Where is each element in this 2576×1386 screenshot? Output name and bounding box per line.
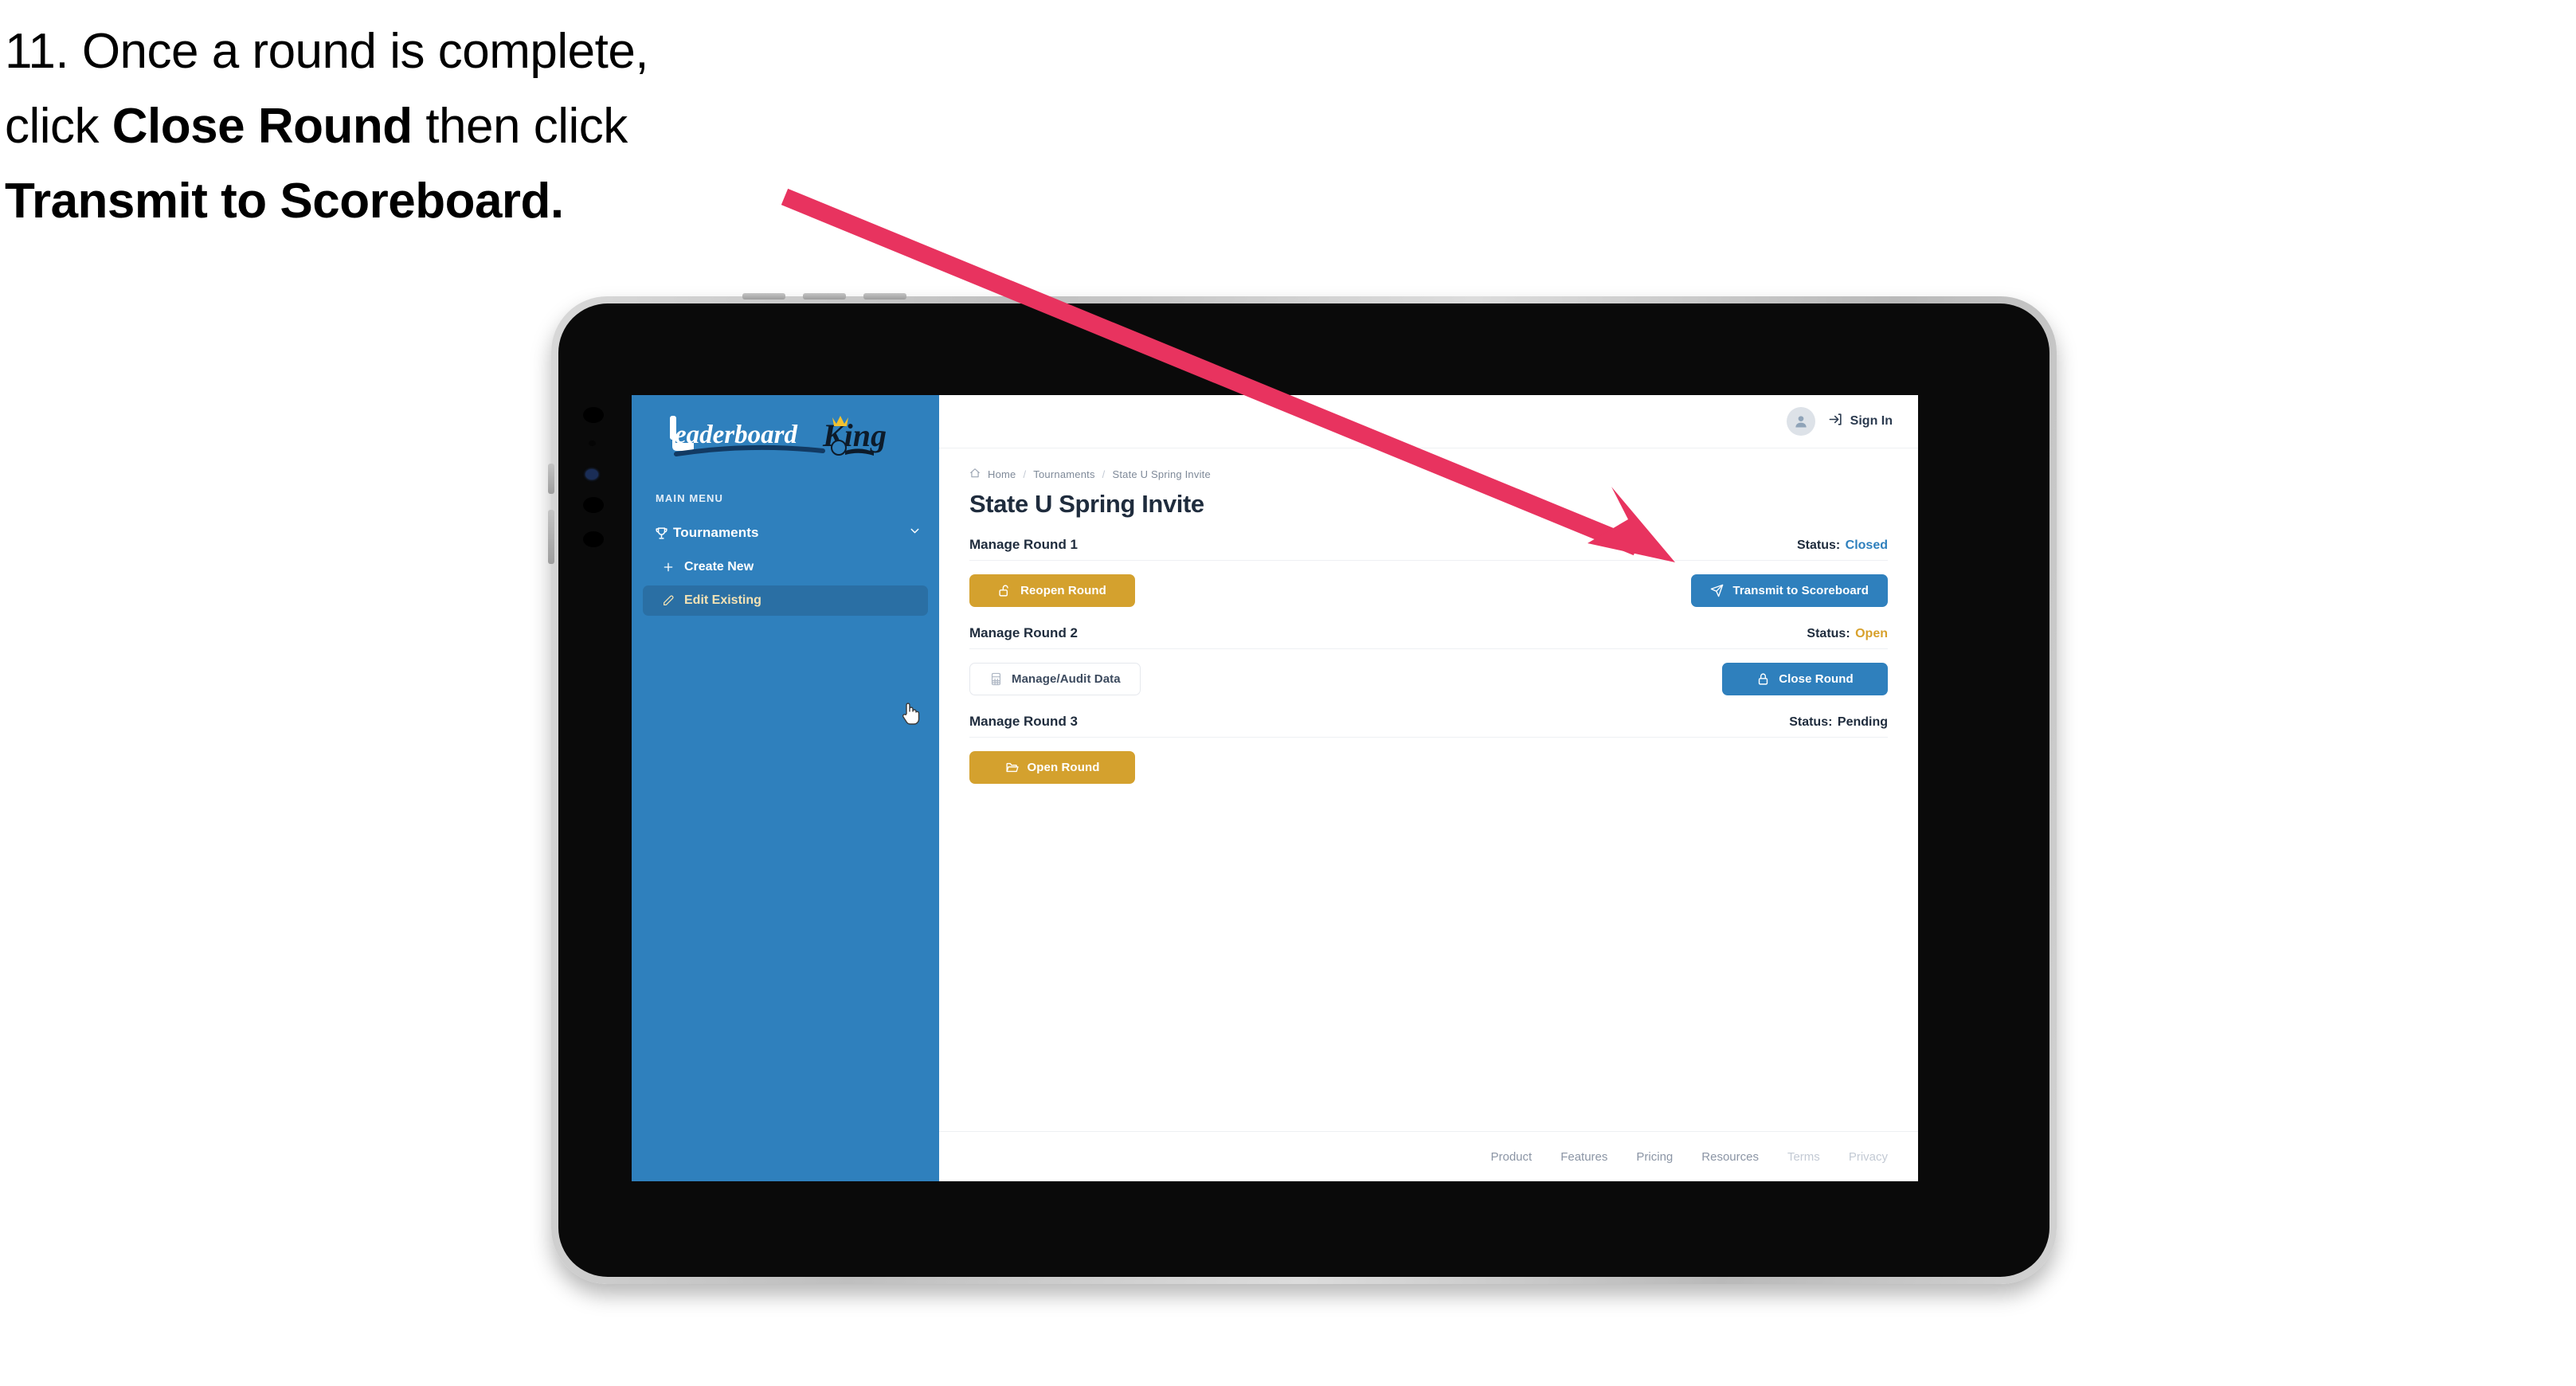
status-value: Pending <box>1837 715 1888 729</box>
button-label: Reopen Round <box>1020 584 1106 597</box>
close-round-button[interactable]: Close Round <box>1722 663 1888 695</box>
sidebar-section-label: MAIN MENU <box>656 492 724 504</box>
round-status: Status: Open <box>1807 627 1888 641</box>
sidebar-item-create-new[interactable]: Create New <box>643 552 928 582</box>
instruction-caption: 11. Once a round is complete, click Clos… <box>5 14 865 240</box>
caption-close-round-emphasis: Close Round <box>112 99 413 155</box>
breadcrumb-item-current: State U Spring Invite <box>1112 468 1211 480</box>
lock-icon <box>1756 672 1770 686</box>
calculator-icon <box>989 672 1003 686</box>
status-label: Status: <box>1796 538 1841 552</box>
manage-audit-data-button[interactable]: Manage/Audit Data <box>969 663 1141 695</box>
breadcrumb: Home / Tournaments / State U Spring Invi… <box>969 468 1888 481</box>
round-actions: Reopen Round Transmit to Scoreboard <box>969 574 1888 607</box>
home-icon[interactable] <box>969 468 981 481</box>
sidebar: eaderboard King MAIN MENU Tournaments Cr… <box>632 395 939 1181</box>
app-viewport: eaderboard King MAIN MENU Tournaments Cr… <box>632 395 1918 1181</box>
round-header: Manage Round 2 Status: Open <box>969 625 1888 649</box>
sidebar-nav-group: Tournaments Create New Edit Existing <box>632 517 939 616</box>
status-value: Closed <box>1845 538 1888 552</box>
round-block-2: Manage Round 2 Status: Open Manage/Audit… <box>969 625 1888 695</box>
caption-line-2: click Close Round then click <box>5 89 865 164</box>
unlock-icon <box>998 584 1012 597</box>
edit-pencil-icon <box>662 594 684 607</box>
sidebar-item-label: Create New <box>684 560 754 574</box>
bezel-sensor-dot <box>589 440 596 446</box>
folder-open-icon <box>1005 761 1019 774</box>
caption-transmit-emphasis: Transmit to Scoreboard. <box>5 174 564 229</box>
paper-plane-icon <box>1710 584 1724 597</box>
sidebar-item-tournaments[interactable]: Tournaments <box>632 517 939 549</box>
svg-text:eaderboard: eaderboard <box>675 421 797 449</box>
top-bar: Sign In <box>939 395 1918 448</box>
round-header: Manage Round 1 Status: Closed <box>969 537 1888 561</box>
chevron-down-icon[interactable] <box>908 524 922 542</box>
footer-link-features[interactable]: Features <box>1560 1150 1607 1164</box>
footer-link-privacy[interactable]: Privacy <box>1849 1150 1888 1164</box>
tablet-side-nub-1 <box>548 464 554 494</box>
caption-line-3: Transmit to Scoreboard. <box>5 164 865 239</box>
button-label: Close Round <box>1779 672 1854 686</box>
bezel-sensor-dot <box>583 407 604 423</box>
footer-link-pricing[interactable]: Pricing <box>1636 1150 1673 1164</box>
caption-line-1-text: 11. Once a round is complete, <box>5 24 649 79</box>
sign-in-label: Sign In <box>1850 414 1893 428</box>
button-label: Transmit to Scoreboard <box>1732 584 1869 597</box>
round-title: Manage Round 2 <box>969 625 1079 640</box>
breadcrumb-item-tournaments[interactable]: Tournaments <box>1033 468 1094 480</box>
breadcrumb-item-home[interactable]: Home <box>988 468 1016 480</box>
sidebar-item-label: Tournaments <box>673 525 759 540</box>
reopen-round-button[interactable]: Reopen Round <box>969 574 1135 607</box>
bezel-sensor-dot <box>583 497 604 513</box>
round-status: Status: Pending <box>1789 715 1888 730</box>
plus-icon <box>662 561 684 574</box>
user-avatar-icon[interactable] <box>1786 407 1815 436</box>
tablet-top-nub-1 <box>742 293 785 300</box>
status-label: Status: <box>1807 627 1850 640</box>
round-actions: Open Round <box>969 751 1888 784</box>
breadcrumb-separator: / <box>1023 468 1027 480</box>
round-header: Manage Round 3 Status: Pending <box>969 714 1888 738</box>
round-status: Status: Closed <box>1797 538 1888 553</box>
sidebar-item-label: Edit Existing <box>684 593 761 607</box>
pointing-hand-cursor <box>902 703 920 725</box>
trophy-icon <box>654 526 673 541</box>
open-round-button[interactable]: Open Round <box>969 751 1135 784</box>
app-logo[interactable]: eaderboard King <box>632 395 939 475</box>
sign-in-arrow-icon <box>1828 412 1843 431</box>
content-area: Home / Tournaments / State U Spring Invi… <box>939 448 1918 1131</box>
caption-line-2-post: then click <box>412 99 628 155</box>
round-actions: Manage/Audit Data Close Round <box>969 663 1888 695</box>
caption-line-2-pre: click <box>5 99 112 155</box>
tablet-side-nub-2 <box>548 510 554 564</box>
round-title: Manage Round 1 <box>969 537 1079 552</box>
tablet-top-nub-3 <box>863 293 906 300</box>
footer-links: Product Features Pricing Resources Terms… <box>939 1131 1918 1181</box>
footer-link-resources[interactable]: Resources <box>1701 1150 1759 1164</box>
page-title: State U Spring Invite <box>969 490 1204 518</box>
footer-link-product[interactable]: Product <box>1491 1150 1533 1164</box>
button-label: Open Round <box>1027 761 1100 774</box>
breadcrumb-separator: / <box>1102 468 1106 480</box>
tablet-top-nub-2 <box>803 293 846 300</box>
transmit-to-scoreboard-button[interactable]: Transmit to Scoreboard <box>1691 574 1888 607</box>
sign-in-button[interactable]: Sign In <box>1828 412 1893 431</box>
bezel-camera-icon <box>585 469 598 480</box>
leaderboard-king-logo-icon: eaderboard King <box>670 416 887 456</box>
round-block-1: Manage Round 1 Status: Closed Reopen Rou… <box>969 537 1888 607</box>
round-block-3: Manage Round 3 Status: Pending Open Roun… <box>969 714 1888 784</box>
main-panel: Sign In Home / Tournaments / State U Spr… <box>939 395 1918 1181</box>
caption-line-1: 11. Once a round is complete, <box>5 14 865 89</box>
footer-link-terms[interactable]: Terms <box>1787 1150 1820 1164</box>
sidebar-item-edit-existing[interactable]: Edit Existing <box>643 585 928 616</box>
round-title: Manage Round 3 <box>969 714 1079 729</box>
status-value: Open <box>1855 627 1888 640</box>
button-label: Manage/Audit Data <box>1012 672 1121 686</box>
status-label: Status: <box>1789 715 1833 729</box>
bezel-sensor-dot <box>583 531 604 547</box>
